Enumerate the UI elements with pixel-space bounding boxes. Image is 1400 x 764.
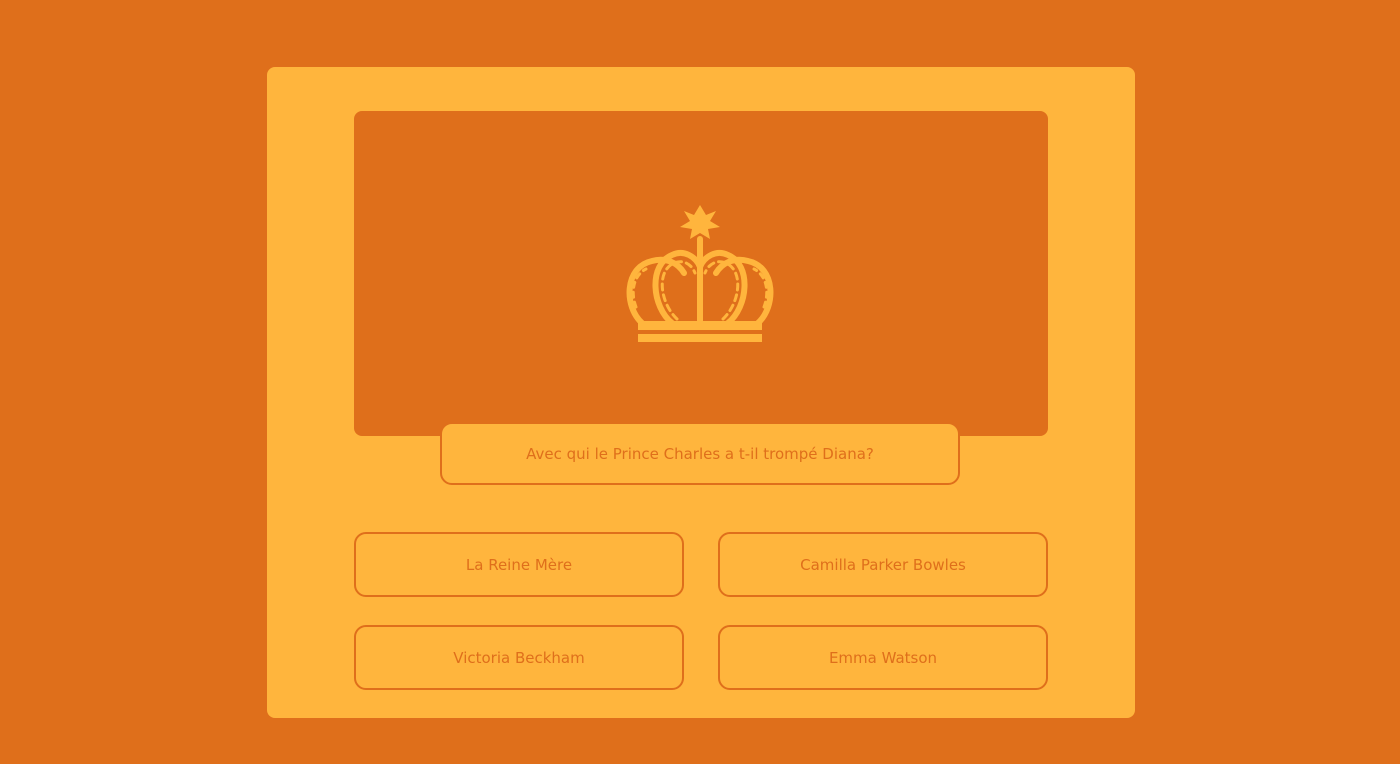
crown-icon xyxy=(626,205,774,342)
answer-label: Victoria Beckham xyxy=(453,648,585,667)
answer-button-3[interactable]: Victoria Beckham xyxy=(354,625,684,690)
answer-button-1[interactable]: La Reine Mère xyxy=(354,532,684,597)
quiz-card: Avec qui le Prince Charles a t-il trompé… xyxy=(267,67,1135,718)
answer-label: La Reine Mère xyxy=(465,555,573,574)
answer-label: Emma Watson xyxy=(828,648,938,667)
answer-label: Camilla Parker Bowles xyxy=(800,555,966,574)
answer-button-2[interactable]: Camilla Parker Bowles xyxy=(718,532,1048,597)
answer-button-4[interactable]: Emma Watson xyxy=(718,625,1048,690)
question-text: Avec qui le Prince Charles a t-il trompé… xyxy=(526,444,874,463)
question-box: Avec qui le Prince Charles a t-il trompé… xyxy=(440,422,960,485)
quiz-image-panel xyxy=(354,111,1048,436)
